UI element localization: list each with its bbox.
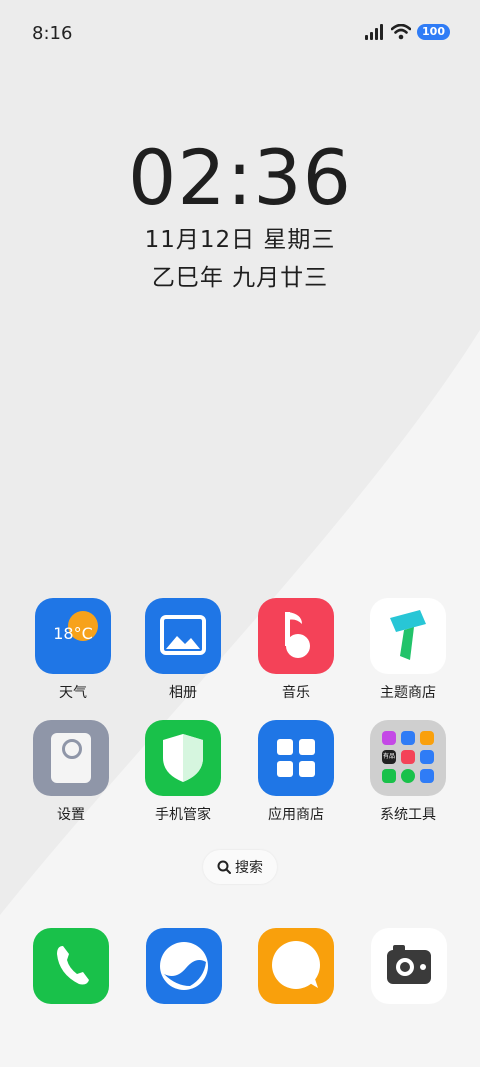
clock-time: 02:36: [127, 133, 353, 222]
app-app-store[interactable]: 应用商店: [246, 720, 346, 824]
search-label: 搜索: [235, 860, 263, 876]
app-label: 手机管家: [155, 807, 211, 823]
clock-widget[interactable]: 02:36 11月12日 星期三 乙巳年 九月廿三: [0, 138, 480, 292]
app-label: 主题商店: [380, 685, 436, 701]
battery-icon: 100: [417, 24, 450, 40]
camera-icon[interactable]: [371, 928, 447, 1004]
system-tools-folder-icon: 有品: [370, 720, 446, 796]
app-label: 相册: [169, 685, 197, 701]
signal-icon: [365, 24, 384, 40]
search-icon: [217, 860, 231, 874]
message-icon[interactable]: [258, 928, 334, 1004]
app-label: 音乐: [282, 685, 310, 701]
app-store-icon: [258, 720, 334, 796]
app-label: 系统工具: [380, 807, 436, 823]
app-phone-manager[interactable]: 手机管家: [133, 720, 233, 824]
theme-store-icon: [370, 598, 446, 674]
phone-manager-icon: [145, 720, 221, 796]
status-bar: 8:16 100: [0, 0, 480, 66]
gallery-icon: [145, 598, 221, 674]
app-label: 天气: [59, 685, 87, 701]
app-music[interactable]: 音乐: [246, 598, 346, 702]
search-button[interactable]: 搜索: [203, 850, 277, 884]
app-label: 应用商店: [268, 807, 324, 823]
clock-date: 11月12日 星期三: [144, 227, 336, 253]
weather-icon: 18°C: [35, 598, 111, 674]
app-theme-store[interactable]: 主题商店: [358, 598, 458, 702]
wifi-icon: [391, 24, 412, 40]
browser-icon[interactable]: [146, 928, 222, 1004]
app-gallery[interactable]: 相册: [133, 598, 233, 702]
status-time: 8:16: [32, 23, 73, 44]
clock-lunar-date: 乙巳年 九月廿三: [151, 265, 329, 291]
app-system-tools-folder[interactable]: 有品 系统工具: [358, 720, 458, 824]
app-label: 设置: [57, 807, 85, 823]
status-icons: 100: [365, 24, 450, 40]
app-settings[interactable]: 设置: [21, 720, 121, 824]
settings-icon: [33, 720, 109, 796]
app-weather[interactable]: 18°C 天气: [23, 598, 123, 702]
music-icon: [258, 598, 334, 674]
phone-icon[interactable]: [33, 928, 109, 1004]
